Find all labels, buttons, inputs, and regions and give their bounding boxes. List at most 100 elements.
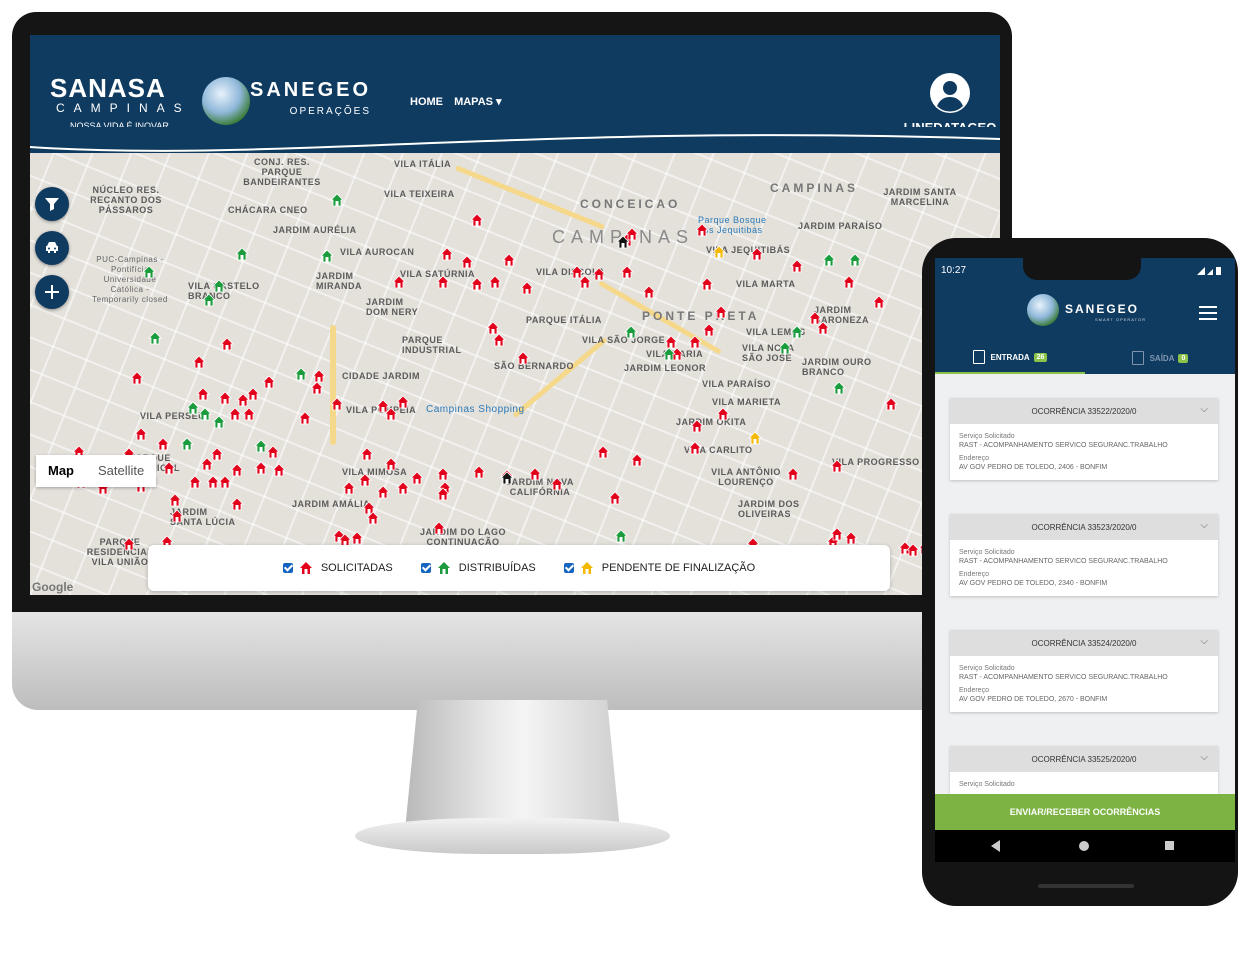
solicitada-marker[interactable] <box>168 493 182 507</box>
nav-home[interactable]: HOME <box>410 96 443 108</box>
solicitada-marker[interactable] <box>228 407 242 421</box>
solicitada-marker[interactable] <box>196 387 210 401</box>
distribuidas-checkbox[interactable] <box>420 563 431 573</box>
pendente-marker[interactable] <box>712 245 726 259</box>
solicitada-marker[interactable] <box>218 391 232 405</box>
distribuida-marker[interactable] <box>180 437 194 451</box>
back-icon[interactable] <box>991 840 1000 852</box>
map-canvas[interactable]: CONJ. RES. PARQUE BANDEIRANTES VILA ITÁL… <box>30 135 1000 595</box>
solicitada-marker[interactable] <box>366 511 380 525</box>
solicitada-marker[interactable] <box>254 461 268 475</box>
occurrence-card-header[interactable]: OCORRÊNCIA 33524/2020/0 ⌵ <box>950 630 1218 656</box>
user-menu[interactable]: LINEDATAGEO <box>900 73 1000 135</box>
solicitada-marker[interactable] <box>695 223 709 237</box>
add-button[interactable] <box>35 275 69 309</box>
chevron-down-icon[interactable]: ⌵ <box>1200 636 1208 647</box>
solicitada-marker[interactable] <box>330 397 344 411</box>
solicitada-marker[interactable] <box>122 537 136 551</box>
solicitada-marker[interactable] <box>750 247 764 261</box>
solicitada-marker[interactable] <box>396 395 410 409</box>
solicitada-marker[interactable] <box>528 467 542 481</box>
solicitada-marker[interactable] <box>884 397 898 411</box>
solicitada-marker[interactable] <box>472 465 486 479</box>
pendente-checkbox[interactable] <box>563 563 574 573</box>
pendente-marker[interactable] <box>748 431 762 445</box>
solicitada-marker[interactable] <box>816 321 830 335</box>
solicitada-marker[interactable] <box>298 411 312 425</box>
solicitada-marker[interactable] <box>188 475 202 489</box>
solicitada-marker[interactable] <box>162 461 176 475</box>
solicitada-marker[interactable] <box>830 527 844 541</box>
distribuida-marker[interactable] <box>848 253 862 267</box>
legend-distribuidas[interactable]: DISTRIBUÍDAS <box>420 561 536 575</box>
solicitada-marker[interactable] <box>134 427 148 441</box>
distribuida-marker[interactable] <box>320 249 334 263</box>
legend-pendente[interactable]: PENDENTE DE FINALIZAÇÃO <box>563 561 755 575</box>
solicitada-marker[interactable] <box>872 295 886 309</box>
distribuida-marker[interactable] <box>614 529 628 543</box>
solicitada-marker[interactable] <box>242 407 256 421</box>
solicitada-marker[interactable] <box>592 267 606 281</box>
selected-marker[interactable] <box>616 235 630 249</box>
solicitada-marker[interactable] <box>272 463 286 477</box>
distribuida-marker[interactable] <box>778 341 792 355</box>
distribuida-marker[interactable] <box>832 381 846 395</box>
distribuida-marker[interactable] <box>212 279 226 293</box>
sanegeo-logo[interactable]: SANEGEO OPERAÇÕES <box>250 79 371 117</box>
solicitada-marker[interactable] <box>220 337 234 351</box>
solicitada-marker[interactable] <box>156 437 170 451</box>
occurrence-card-header[interactable]: OCORRÊNCIA 33525/2020/0 ⌵ <box>950 746 1218 772</box>
solicitada-marker[interactable] <box>830 459 844 473</box>
solicitada-marker[interactable] <box>596 445 610 459</box>
solicitada-marker[interactable] <box>230 463 244 477</box>
distribuida-marker[interactable] <box>212 415 226 429</box>
solicitada-marker[interactable] <box>688 335 702 349</box>
solicitada-marker[interactable] <box>440 247 454 261</box>
recent-apps-icon[interactable] <box>1165 841 1174 850</box>
solicitada-marker[interactable] <box>384 457 398 471</box>
solicitada-marker[interactable] <box>392 275 406 289</box>
solicitada-marker[interactable] <box>350 531 364 545</box>
solicitada-marker[interactable] <box>578 275 592 289</box>
distribuida-marker[interactable] <box>198 407 212 421</box>
solicitada-marker[interactable] <box>360 447 374 461</box>
send-receive-button[interactable]: ENVIAR/RECEBER OCORRÊNCIAS <box>935 794 1235 830</box>
map-type-satellite[interactable]: Satellite <box>86 455 156 487</box>
distribuida-marker[interactable] <box>790 325 804 339</box>
vehicle-button[interactable] <box>35 231 69 265</box>
occurrence-card[interactable]: OCORRÊNCIA 33523/2020/0 ⌵ Serviço Solici… <box>950 514 1218 596</box>
occurrence-card-header[interactable]: OCORRÊNCIA 33523/2020/0 ⌵ <box>950 514 1218 540</box>
map-poi[interactable]: Parque Bosque dos Jequitibás <box>698 215 778 235</box>
solicitada-marker[interactable] <box>384 407 398 421</box>
solicitada-marker[interactable] <box>396 481 410 495</box>
solicitada-marker[interactable] <box>516 351 530 365</box>
distribuida-marker[interactable] <box>330 193 344 207</box>
distribuida-marker[interactable] <box>822 253 836 267</box>
map-poi[interactable]: PUC-Campinas - Pontifícia Universidade C… <box>92 255 168 305</box>
solicitada-marker[interactable] <box>246 387 260 401</box>
solicitada-marker[interactable] <box>130 371 144 385</box>
solicitada-marker[interactable] <box>550 477 564 491</box>
solicitada-marker[interactable] <box>200 457 214 471</box>
solicitada-marker[interactable] <box>714 305 728 319</box>
occurrence-card[interactable]: OCORRÊNCIA 33522/2020/0 ⌵ Serviço Solici… <box>950 398 1218 480</box>
solicitada-marker[interactable] <box>470 277 484 291</box>
solicitada-marker[interactable] <box>842 275 856 289</box>
solicitada-marker[interactable] <box>642 285 656 299</box>
solicitada-marker[interactable] <box>488 275 502 289</box>
nav-mapas[interactable]: MAPAS ▾ <box>454 96 502 108</box>
occurrence-card-header[interactable]: OCORRÊNCIA 33522/2020/0 ⌵ <box>950 398 1218 424</box>
map-type-map[interactable]: Map <box>36 455 86 487</box>
solicitada-marker[interactable] <box>310 381 324 395</box>
solicitada-marker[interactable] <box>790 259 804 273</box>
distribuida-marker[interactable] <box>294 367 308 381</box>
distribuida-marker[interactable] <box>624 325 638 339</box>
solicitada-marker[interactable] <box>688 441 702 455</box>
solicitadas-checkbox[interactable] <box>282 563 293 573</box>
chevron-down-icon[interactable]: ⌵ <box>1200 752 1208 763</box>
solicitada-marker[interactable] <box>358 473 372 487</box>
solicitada-marker[interactable] <box>492 333 506 347</box>
solicitada-marker[interactable] <box>716 407 730 421</box>
occurrence-card[interactable]: OCORRÊNCIA 33525/2020/0 ⌵ Serviço Solici… <box>950 746 1218 797</box>
solicitada-marker[interactable] <box>786 467 800 481</box>
